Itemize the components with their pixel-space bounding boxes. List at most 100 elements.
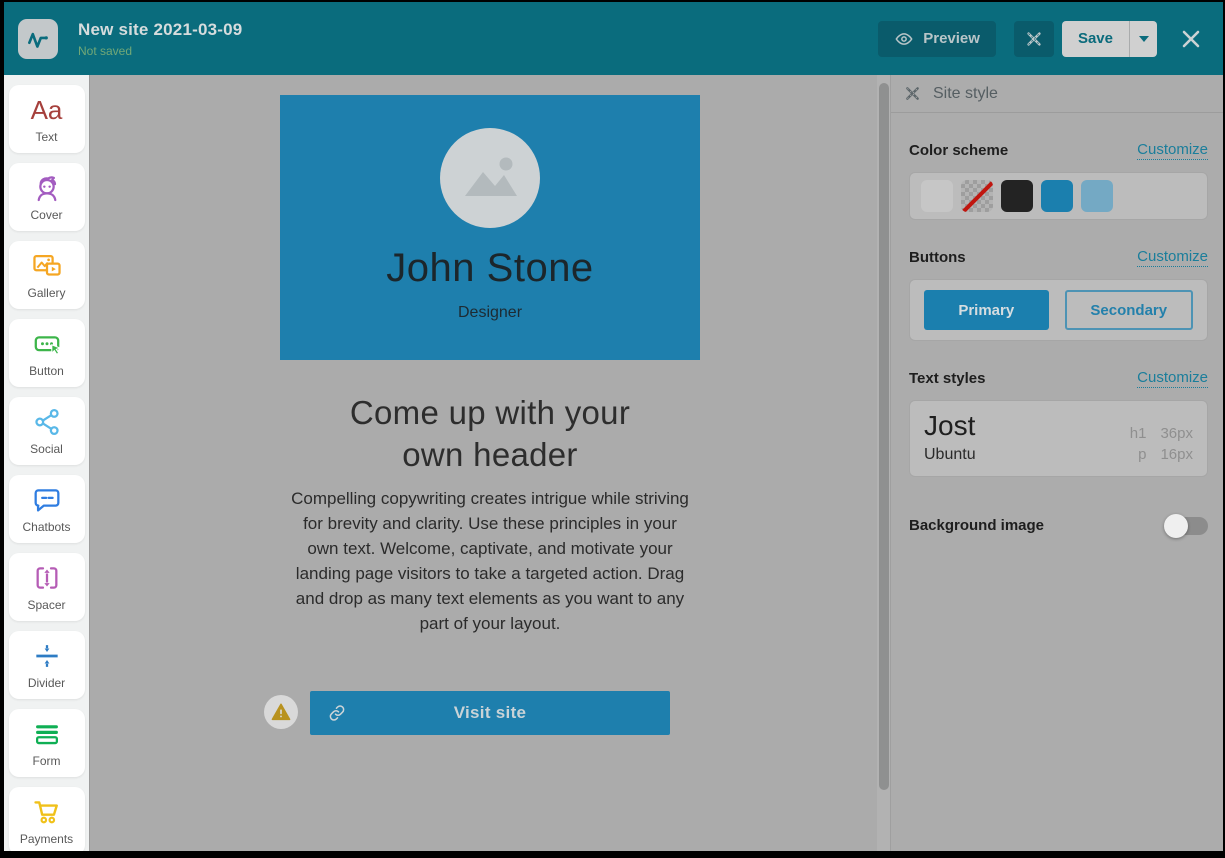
button-icon — [34, 336, 61, 355]
sidebar-item-label: Gallery — [27, 286, 66, 300]
cover-role[interactable]: Designer — [458, 304, 522, 322]
top-bar: New site 2021-03-09 Not saved Preview Sa… — [4, 2, 1223, 75]
topbar-actions: Preview Save — [878, 20, 1207, 57]
close-button[interactable] — [1175, 23, 1207, 55]
chevron-down-icon — [1138, 35, 1149, 42]
close-icon — [1182, 30, 1200, 47]
warning-icon — [271, 703, 291, 721]
chatbot-bubble-icon — [34, 489, 59, 512]
h1-size: 36px — [1160, 424, 1193, 442]
swatch-gray[interactable] — [921, 180, 953, 212]
text-styles-label: Text styles — [909, 370, 986, 387]
visit-site-button[interactable]: Visit site — [310, 691, 670, 736]
p-tag: p — [1138, 445, 1147, 463]
cover-name[interactable]: John Stone — [386, 246, 593, 291]
brush-pencil-icon — [1027, 31, 1041, 46]
preview-label: Preview — [923, 30, 980, 47]
social-share-icon — [34, 408, 59, 435]
sidebar-item-gallery[interactable]: Gallery — [8, 241, 85, 309]
save-dropdown-button[interactable] — [1130, 21, 1157, 57]
sidebar-item-label: Form — [32, 754, 61, 768]
panel-title: Site style — [933, 84, 998, 102]
link-icon — [329, 705, 345, 722]
sidebar-item-label: Spacer — [27, 598, 66, 612]
site-title: New site 2021-03-09 — [78, 19, 243, 39]
canvas-scrollbar — [877, 75, 890, 851]
text-styles-header: Text styles Customize — [909, 369, 1208, 388]
color-scheme-label: Color scheme — [909, 142, 1009, 159]
color-scheme-customize-link[interactable]: Customize — [1137, 141, 1208, 160]
button-styles: Primary Secondary — [909, 279, 1208, 341]
cover-block[interactable]: John Stone Designer — [280, 95, 700, 360]
eye-icon — [895, 32, 913, 45]
p-size: 16px — [1160, 445, 1193, 463]
gallery-icon — [32, 254, 61, 276]
preview-button[interactable]: Preview — [878, 20, 996, 57]
text-styles-box[interactable]: Jost Ubuntu h1 36px p 16px — [909, 400, 1208, 477]
canvas-body-text[interactable]: Compelling copywriting creates intrigue … — [289, 487, 691, 637]
swatch-light-blue[interactable] — [1081, 180, 1113, 212]
sidebar-item-spacer[interactable]: Spacer — [8, 553, 85, 621]
sidebar-item-label: Payments — [19, 832, 74, 846]
h1-font-name: Jost — [924, 410, 976, 441]
page-canvas: John Stone Designer Come up with your ow… — [90, 75, 890, 851]
avatar[interactable] — [440, 128, 540, 228]
panel-content: Color scheme Customize Buttons Customize — [891, 141, 1223, 538]
buttons-customize-link[interactable]: Customize — [1137, 248, 1208, 267]
buttons-header: Buttons Customize — [909, 248, 1208, 267]
brush-pencil-icon — [906, 87, 919, 100]
swatch-blue[interactable] — [1041, 180, 1073, 212]
site-style-panel: Site style Color scheme Customize Button… — [890, 75, 1223, 851]
save-button[interactable]: Save — [1062, 21, 1129, 57]
visit-button-row: Visit site — [264, 691, 670, 736]
sidebar-item-button[interactable]: Button — [8, 319, 85, 387]
pulse-icon — [28, 32, 48, 48]
site-style-button[interactable] — [1013, 20, 1054, 57]
spacer-icon — [36, 567, 57, 589]
buttons-label: Buttons — [909, 249, 966, 266]
secondary-button-preview[interactable]: Secondary — [1064, 290, 1193, 330]
background-image-row: Background image — [909, 513, 1208, 538]
sidebar-item-label: Cover — [30, 208, 63, 222]
save-split-button: Save — [1061, 20, 1157, 57]
p-font-name: Ubuntu — [924, 445, 976, 463]
app-logo — [18, 18, 58, 59]
swatch-transparent[interactable] — [961, 180, 993, 212]
sidebar-item-label: Divider — [27, 676, 66, 690]
editor-body: Aa Text Cover Gallery Button Social Chat… — [4, 75, 1223, 851]
payments-cart-icon — [33, 801, 58, 824]
background-image-toggle[interactable] — [1164, 513, 1208, 538]
swatch-black[interactable] — [1001, 180, 1033, 212]
color-swatches — [909, 172, 1208, 220]
cover-icon — [37, 176, 56, 202]
h1-tag: h1 — [1129, 424, 1147, 442]
sidebar-item-form[interactable]: Form — [8, 709, 85, 777]
sidebar-item-label: Text — [35, 130, 58, 144]
font-sizes: h1 36px p 16px — [1126, 411, 1193, 464]
panel-header: Site style — [891, 75, 1223, 113]
sidebar-item-label: Social — [30, 442, 63, 456]
canvas-heading[interactable]: Come up with your own header — [325, 392, 655, 476]
visit-site-label: Visit site — [453, 703, 527, 723]
save-status: Not saved — [78, 43, 133, 58]
widget-sidebar: Aa Text Cover Gallery Button Social Chat… — [4, 75, 90, 851]
scrollbar-thumb[interactable] — [878, 83, 889, 790]
form-icon — [35, 725, 58, 745]
image-placeholder-icon — [465, 157, 517, 196]
sidebar-item-cover[interactable]: Cover — [8, 163, 85, 231]
sidebar-item-chatbots[interactable]: Chatbots — [8, 475, 85, 543]
warning-badge[interactable] — [264, 695, 298, 730]
text-styles-customize-link[interactable]: Customize — [1137, 369, 1208, 388]
title-block: New site 2021-03-09 Not saved — [78, 20, 878, 58]
primary-button-preview[interactable]: Primary — [924, 290, 1049, 330]
divider-icon — [35, 645, 58, 667]
sidebar-item-divider[interactable]: Divider — [8, 631, 85, 699]
sidebar-item-payments[interactable]: Payments — [8, 787, 85, 851]
sidebar-item-text[interactable]: Aa Text — [8, 85, 85, 153]
sidebar-item-label: Chatbots — [22, 520, 71, 534]
sidebar-item-social[interactable]: Social — [8, 397, 85, 465]
background-image-label: Background image — [909, 517, 1045, 535]
font-names: Jost Ubuntu — [924, 410, 976, 464]
site-editor-window: New site 2021-03-09 Not saved Preview Sa… — [4, 2, 1223, 851]
text-icon: Aa — [30, 95, 63, 125]
